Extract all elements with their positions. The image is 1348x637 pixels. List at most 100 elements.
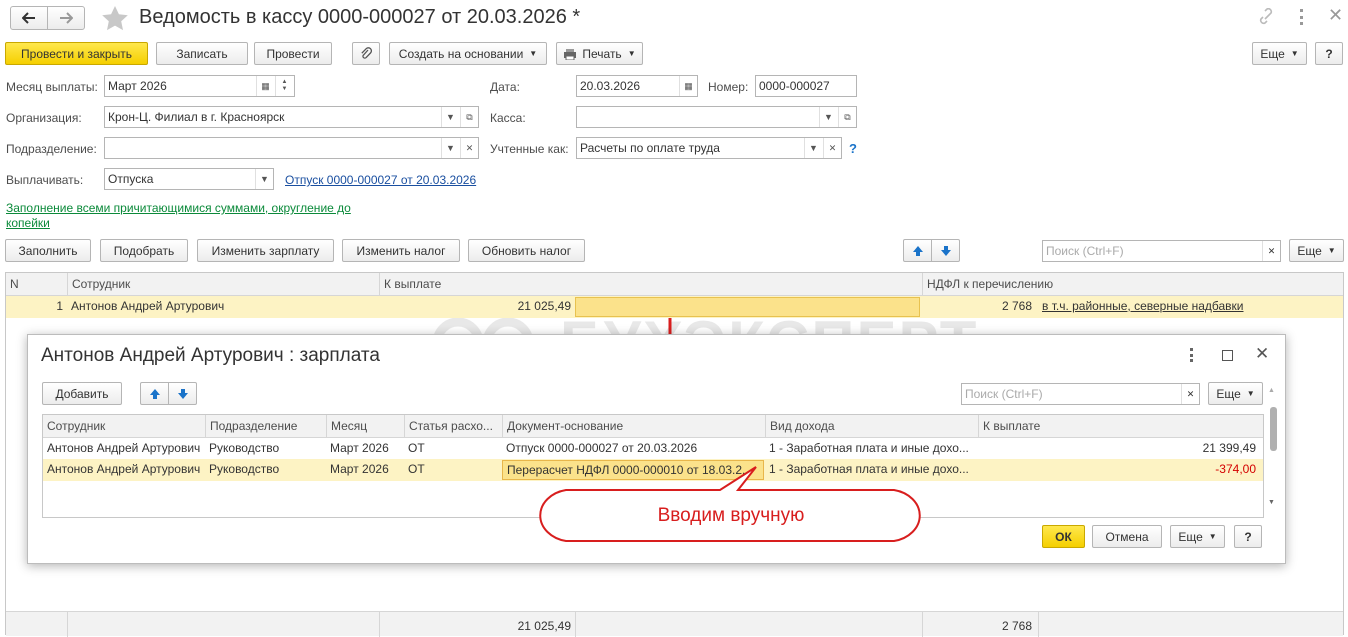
dcol-month[interactable]: Месяц bbox=[326, 415, 404, 438]
cancel-button[interactable]: Отмена bbox=[1092, 525, 1162, 548]
dcol-to-pay[interactable]: К выплате bbox=[978, 415, 1263, 438]
dialog-move-down-button[interactable] bbox=[168, 382, 197, 405]
dialog-menu-icon[interactable] bbox=[1190, 348, 1194, 362]
attach-button[interactable] bbox=[352, 42, 380, 65]
arrow-left-icon bbox=[22, 12, 35, 24]
number-label: Номер: bbox=[708, 80, 749, 94]
post-and-close-button[interactable]: Провести и закрыть bbox=[5, 42, 148, 65]
window-menu-icon[interactable] bbox=[1300, 9, 1304, 25]
col-employee[interactable]: Сотрудник bbox=[67, 273, 379, 296]
scroll-thumb[interactable] bbox=[1270, 407, 1277, 451]
dialog-help-button[interactable]: ? bbox=[1234, 525, 1262, 548]
col-to-pay[interactable]: К выплате bbox=[379, 273, 922, 296]
favorite-star-icon[interactable] bbox=[101, 5, 129, 31]
d-to-pay: -374,00 bbox=[1215, 462, 1256, 476]
dialog-more-button[interactable]: Еще ▼ bbox=[1208, 382, 1263, 405]
dialog-move-up-button[interactable] bbox=[140, 382, 169, 405]
col-n[interactable]: N bbox=[6, 273, 67, 296]
move-up-button[interactable] bbox=[903, 239, 932, 262]
table-more-label: Еще bbox=[1297, 243, 1322, 258]
post-button[interactable]: Провести bbox=[254, 42, 332, 65]
org-label: Организация: bbox=[6, 111, 82, 125]
dcol-expense-item[interactable]: Статья расхо... bbox=[404, 415, 502, 438]
dialog-close-icon[interactable]: ✕ bbox=[1255, 344, 1269, 364]
d-expense: ОТ bbox=[408, 441, 425, 455]
org-field[interactable]: Крон-Ц. Филиал в г. Красноярск ▼ ⧉ bbox=[104, 106, 479, 128]
printer-icon bbox=[564, 48, 577, 60]
clear-icon[interactable]: ✕ bbox=[823, 138, 841, 158]
clear-search-icon[interactable]: ✕ bbox=[1262, 241, 1280, 261]
spin-stepper[interactable]: ▲ ▼ bbox=[275, 76, 293, 96]
d-month: Март 2026 bbox=[330, 462, 389, 476]
chevron-down-icon: ▼ bbox=[1327, 246, 1336, 255]
scroll-up-icon[interactable]: ▲ bbox=[1268, 387, 1275, 394]
print-label: Печать bbox=[582, 46, 622, 61]
dialog-scrollbar[interactable]: ▲ ▼ bbox=[1268, 387, 1278, 518]
search-input[interactable]: Поиск (Ctrl+F) ✕ bbox=[1042, 240, 1281, 262]
pick-button[interactable]: Подобрать bbox=[100, 239, 188, 262]
chevron-down-icon[interactable]: ▼ bbox=[804, 138, 822, 158]
dialog-more2-button[interactable]: Еще ▼ bbox=[1170, 525, 1225, 548]
link-icon[interactable] bbox=[1257, 8, 1277, 26]
row-number: 1 bbox=[56, 299, 63, 313]
dcol-base-doc[interactable]: Документ-основание bbox=[502, 415, 765, 438]
d-income: 1 - Заработная плата и иные дохо... bbox=[769, 441, 969, 455]
chevron-down-icon[interactable]: ▼ bbox=[255, 169, 273, 189]
save-button[interactable]: Записать bbox=[156, 42, 248, 65]
fill-button[interactable]: Заполнить bbox=[5, 239, 91, 262]
dept-field[interactable]: ▼ ✕ bbox=[104, 137, 479, 159]
month-field[interactable]: Март 2026 ▦ ▲ ▼ bbox=[104, 75, 295, 97]
table-row[interactable]: Антонов Андрей Артурович Руководство Мар… bbox=[43, 438, 1263, 459]
add-button[interactable]: Добавить bbox=[42, 382, 122, 405]
chevron-down-icon: ▼ bbox=[1208, 532, 1217, 541]
change-salary-button[interactable]: Изменить зарплату bbox=[197, 239, 334, 262]
refresh-tax-button[interactable]: Обновить налог bbox=[468, 239, 585, 262]
dcol-employee[interactable]: Сотрудник bbox=[43, 415, 205, 438]
pay-field[interactable]: Отпуска ▼ bbox=[104, 168, 274, 190]
chevron-down-icon[interactable]: ▼ bbox=[819, 107, 837, 127]
calendar-icon[interactable]: ▦ bbox=[256, 76, 274, 96]
open-icon[interactable]: ⧉ bbox=[838, 107, 856, 127]
arrow-down-icon bbox=[177, 388, 188, 399]
help-button[interactable]: ? bbox=[1315, 42, 1343, 65]
print-button[interactable]: Печать ▼ bbox=[556, 42, 643, 65]
ok-button[interactable]: ОК bbox=[1042, 525, 1085, 548]
accounted-value: Расчеты по оплате труда bbox=[580, 141, 720, 155]
table-footer: 21 025,49 2 768 bbox=[6, 611, 1343, 637]
chevron-down-icon[interactable]: ▼ bbox=[441, 107, 459, 127]
callout-text: Вводим вручную bbox=[657, 505, 805, 526]
d-base-doc: Отпуск 0000-000027 от 20.03.2026 bbox=[506, 441, 698, 455]
dcol-dept[interactable]: Подразделение bbox=[205, 415, 326, 438]
org-value: Крон-Ц. Филиал в г. Красноярск bbox=[108, 110, 285, 124]
maximize-icon[interactable] bbox=[1222, 350, 1233, 361]
more-button[interactable]: Еще ▼ bbox=[1252, 42, 1307, 65]
open-icon[interactable]: ⧉ bbox=[460, 107, 478, 127]
number-field[interactable]: 0000-000027 bbox=[755, 75, 857, 97]
back-button[interactable] bbox=[10, 6, 48, 30]
scroll-down-icon[interactable]: ▼ bbox=[1268, 499, 1275, 506]
col-ndfl[interactable]: НДФЛ к перечислению bbox=[922, 273, 1343, 296]
cash-field[interactable]: ▼ ⧉ bbox=[576, 106, 857, 128]
d-expense: ОТ bbox=[408, 462, 425, 476]
more-label: Еще bbox=[1260, 46, 1285, 61]
accounted-field[interactable]: Расчеты по оплате труда ▼ ✕ bbox=[576, 137, 842, 159]
calendar-icon[interactable]: ▦ bbox=[679, 76, 697, 96]
move-down-button[interactable] bbox=[931, 239, 960, 262]
dialog-search-input[interactable]: Поиск (Ctrl+F) ✕ bbox=[961, 383, 1200, 405]
chevron-down-icon[interactable]: ▼ bbox=[441, 138, 459, 158]
fill-mode-link[interactable]: Заполнение всеми причитающимися суммами,… bbox=[6, 201, 351, 231]
forward-button[interactable] bbox=[47, 6, 85, 30]
vacation-doc-link[interactable]: Отпуск 0000-000027 от 20.03.2026 bbox=[285, 173, 476, 187]
row-ndfl-link[interactable]: в т.ч. районные, северные надбавки bbox=[1038, 296, 1338, 316]
clear-icon[interactable]: ✕ bbox=[460, 138, 478, 158]
date-field[interactable]: 20.03.2026 ▦ bbox=[576, 75, 698, 97]
arrow-down-icon bbox=[940, 245, 951, 256]
create-based-button[interactable]: Создать на основании ▼ bbox=[389, 42, 547, 65]
dcol-income-type[interactable]: Вид дохода bbox=[765, 415, 978, 438]
accounted-help-icon[interactable]: ? bbox=[849, 141, 857, 156]
table-more-button[interactable]: Еще ▼ bbox=[1289, 239, 1344, 262]
dialog-search-placeholder: Поиск (Ctrl+F) bbox=[965, 387, 1043, 401]
close-icon[interactable]: ✕ bbox=[1328, 5, 1343, 26]
change-tax-button[interactable]: Изменить налог bbox=[342, 239, 460, 262]
dialog-clear-search-icon[interactable]: ✕ bbox=[1181, 384, 1199, 404]
